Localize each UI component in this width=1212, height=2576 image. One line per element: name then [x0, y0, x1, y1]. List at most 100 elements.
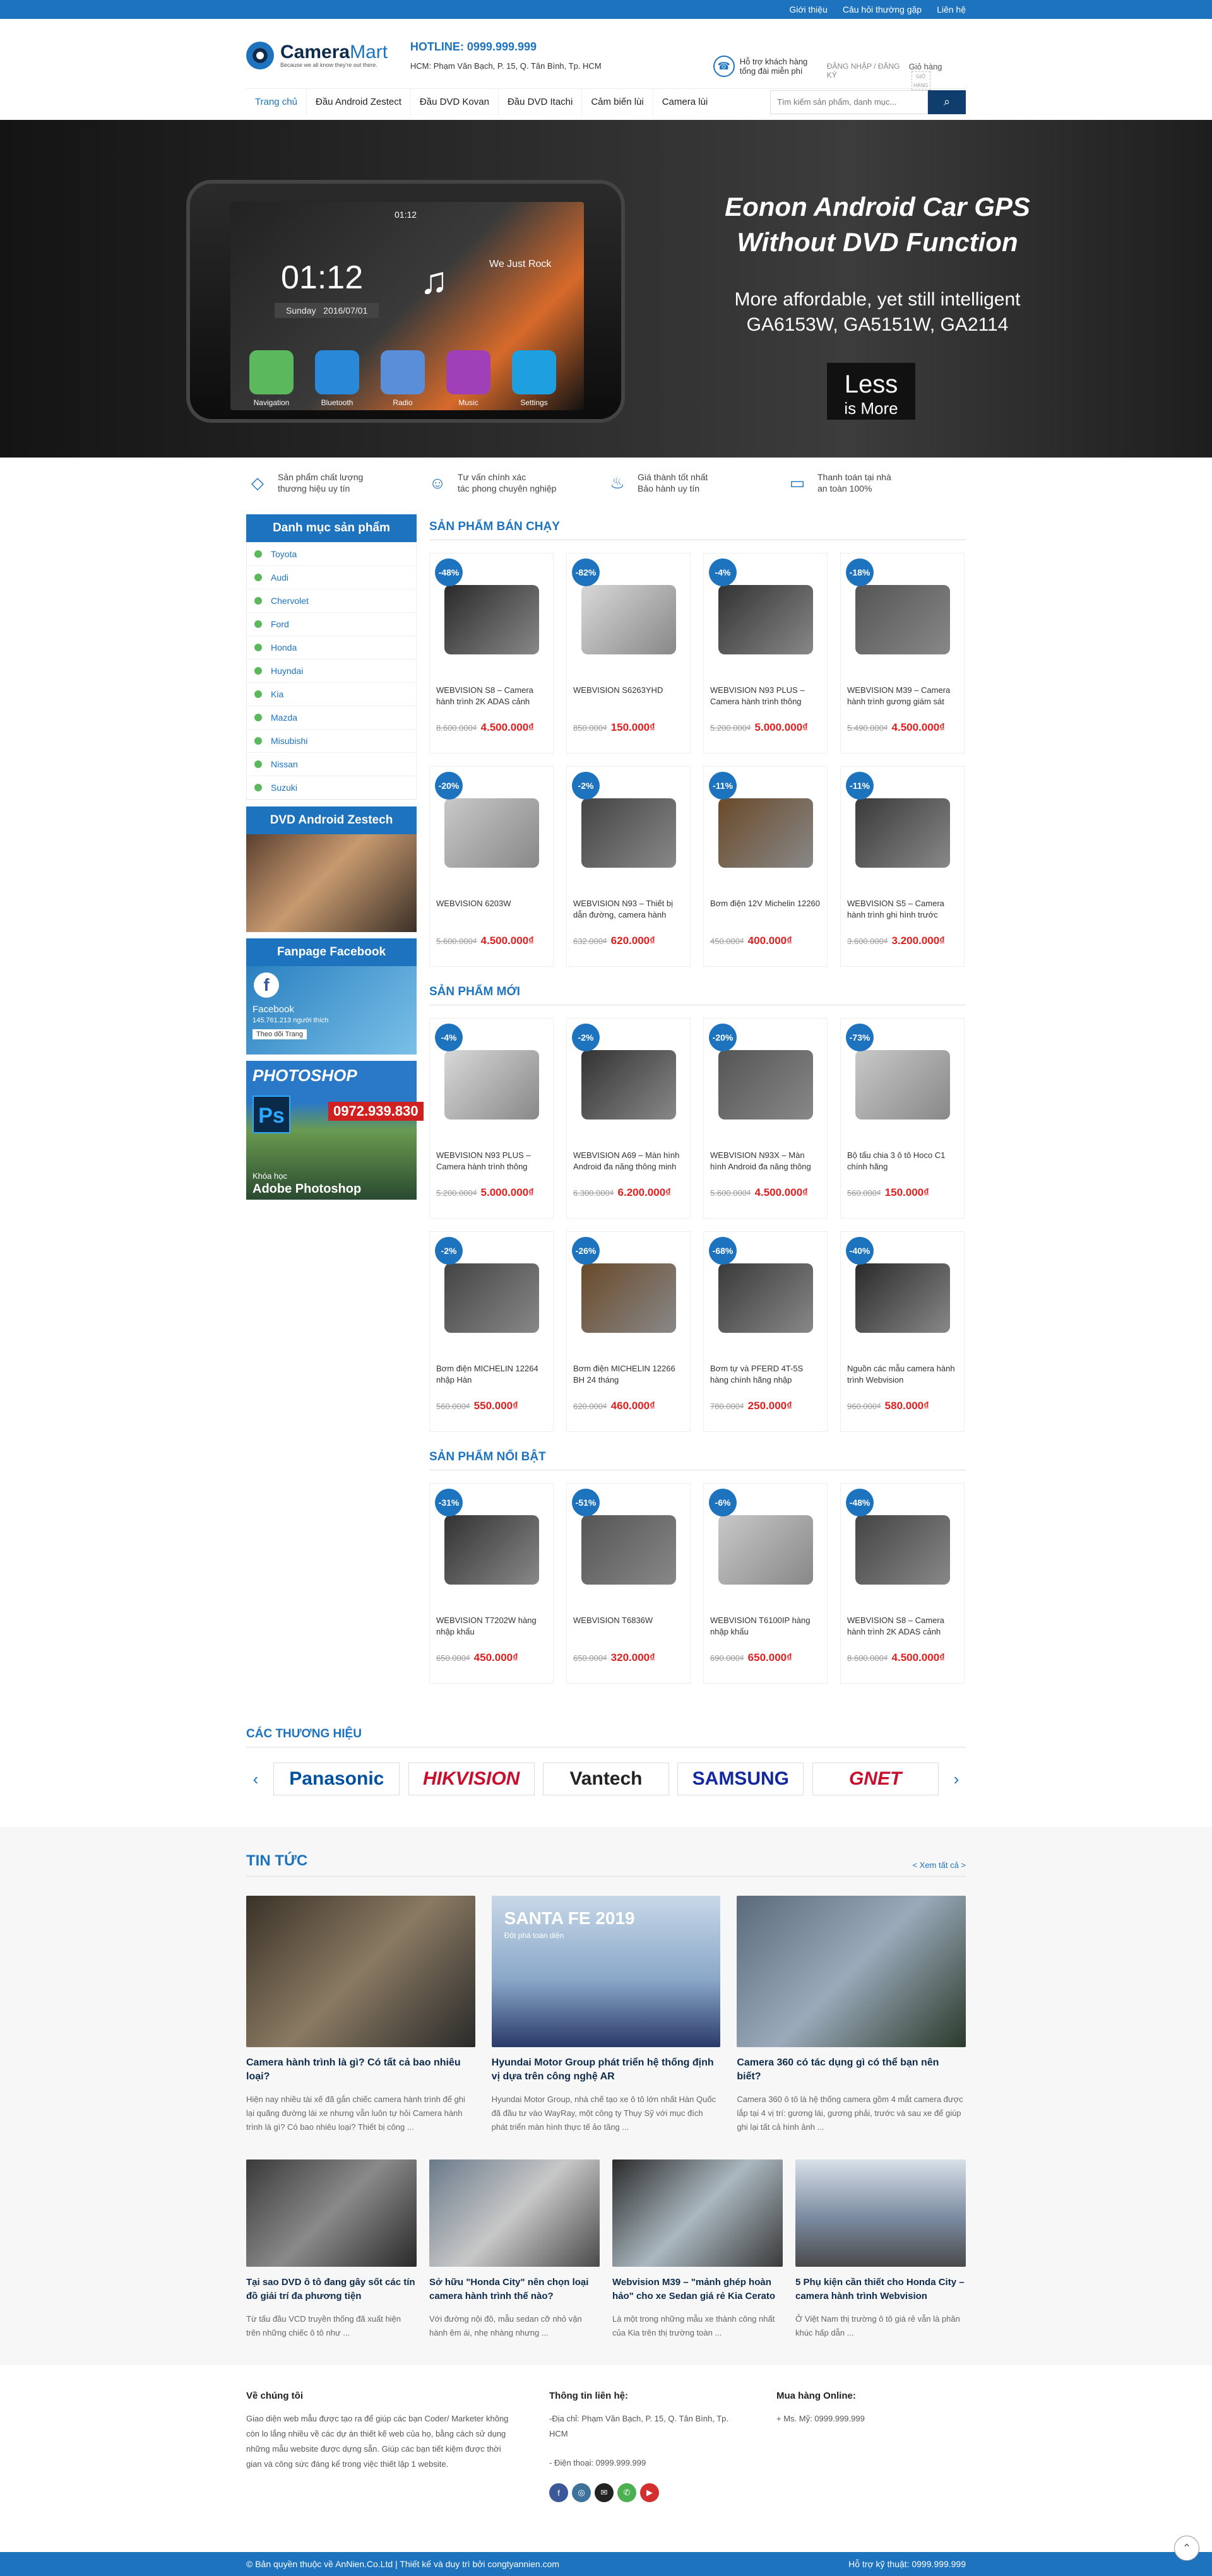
phone-icon[interactable]: ✆: [617, 2483, 636, 2502]
search-button[interactable]: ⌕: [928, 90, 966, 114]
product-name[interactable]: Bơm điện MICHELIN 12264 nhập Hàn: [436, 1363, 547, 1393]
youtube-icon[interactable]: ▶: [640, 2483, 659, 2502]
brand-logo[interactable]: Vantech: [542, 1763, 669, 1795]
product-card[interactable]: -2% Bơm điện MICHELIN 12264 nhập Hàn 560.0…: [429, 1231, 554, 1432]
product-name[interactable]: WEBVISION T6836W: [573, 1615, 684, 1645]
product-card[interactable]: -2% WEBVISION N93 – Thiết bị dẫn đường, c…: [566, 766, 691, 967]
instagram-icon[interactable]: ◎: [572, 2483, 591, 2502]
product-name[interactable]: WEBVISION T7202W hàng nhập khẩu: [436, 1615, 547, 1645]
dvd-android-box[interactable]: DVD Android Zestech: [246, 806, 417, 932]
category-item[interactable]: Ford: [247, 613, 416, 636]
product-card[interactable]: -68% Bơm tự và PFERD 4T-5S hàng chính hãn…: [703, 1231, 828, 1432]
category-item[interactable]: Audi: [247, 566, 416, 589]
news-card[interactable]: Webvision M39 – "mảnh ghép hoàn hảo" cho…: [612, 2159, 783, 2340]
news-card[interactable]: 5 Phụ kiện cần thiết cho Honda City – ca…: [795, 2159, 966, 2340]
email-icon[interactable]: ✉: [595, 2483, 614, 2502]
news-card[interactable]: Camera hành trình là gì? Có tất cả bao n…: [246, 1896, 475, 2134]
discount-badge: -40%: [846, 1237, 874, 1265]
product-name[interactable]: WEBVISION S8 – Camera hành trình 2K ADAS…: [436, 685, 547, 715]
product-name[interactable]: WEBVISION N93 PLUS – Camera hành trình t…: [436, 1150, 547, 1180]
cart-link[interactable]: Giỏ hàng GIỎ HÀNG: [909, 30, 966, 90]
product-card[interactable]: -11% Bơm điện 12V Michelin 12260 450.000₫ 4…: [703, 766, 828, 967]
chevron-left-icon[interactable]: ‹: [246, 1770, 265, 1789]
chevron-right-icon[interactable]: ›: [947, 1770, 966, 1789]
news-card-title[interactable]: Webvision M39 – "mảnh ghép hoàn hảo" cho…: [612, 2276, 783, 2303]
product-card[interactable]: -4% WEBVISION N93 PLUS – Camera hành trìn…: [703, 553, 828, 753]
product-card[interactable]: -48% WEBVISION S8 – Camera hành trình 2K …: [840, 1483, 965, 1684]
news-card[interactable]: SANTA FE 2019 Đột phá toàn diện Hyundai …: [491, 1896, 721, 2134]
brand-logo[interactable]: HIKVISION: [408, 1763, 535, 1795]
nav-android-zestect[interactable]: Đầu Android Zestect: [307, 89, 411, 115]
product-card[interactable]: -48% WEBVISION S8 – Camera hành trình 2K …: [429, 553, 554, 753]
news-card[interactable]: Camera 360 có tác dụng gì có thể bạn nên…: [737, 1896, 966, 2134]
facebook-widget[interactable]: f Facebook 145.761.213 người thích Theo …: [246, 966, 417, 1055]
product-name[interactable]: WEBVISION S5 – Camera hành trình ghi hìn…: [847, 898, 958, 928]
news-card-title[interactable]: Hyundai Motor Group phát triển hệ thống …: [492, 2056, 721, 2084]
product-name[interactable]: WEBVISION N93X – Màn hình Android đa năn…: [710, 1150, 821, 1180]
product-card[interactable]: -73% Bộ tẩu chia 3 ô tô Hoco C1 chính hãn…: [840, 1018, 965, 1219]
brand-logo[interactable]: SAMSUNG: [677, 1763, 804, 1795]
product-name[interactable]: WEBVISION N93 PLUS – Camera hành trình t…: [710, 685, 821, 715]
product-name[interactable]: Bơm tự và PFERD 4T-5S hàng chính hãng nh…: [710, 1363, 821, 1393]
product-name[interactable]: Bơm điện MICHELIN 12266 BH 24 tháng: [573, 1363, 684, 1393]
product-name[interactable]: Nguồn các mẫu camera hành trình Webvisio…: [847, 1363, 958, 1393]
product-name[interactable]: WEBVISION M39 – Camera hành trình gương …: [847, 685, 958, 715]
topbar-link-about[interactable]: Giới thiệu: [789, 0, 828, 19]
category-item[interactable]: Suzuki: [247, 776, 416, 800]
product-card[interactable]: -51% WEBVISION T6836W 650.000₫ 320.000₫: [566, 1483, 691, 1684]
topbar-link-contact[interactable]: Liên hệ: [937, 0, 966, 19]
category-item[interactable]: Honda: [247, 636, 416, 659]
product-name[interactable]: WEBVISION S6263YHD: [573, 685, 684, 715]
search-input[interactable]: [770, 90, 928, 114]
product-card[interactable]: -20% WEBVISION N93X – Màn hình Android đa…: [703, 1018, 828, 1219]
nav-home[interactable]: Trang chủ: [246, 89, 307, 115]
category-item[interactable]: Nissan: [247, 753, 416, 776]
category-item[interactable]: Huyndai: [247, 659, 416, 683]
topbar-link-faq[interactable]: Câu hỏi thường gặp: [843, 0, 922, 19]
product-card[interactable]: -20% WEBVISION 6203W 5.600.000₫ 4.500.000₫: [429, 766, 554, 967]
product-name[interactable]: WEBVISION T6100IP hàng nhập khẩu: [710, 1615, 821, 1645]
brand-logo[interactable]: Panasonic: [273, 1763, 400, 1795]
site-logo[interactable]: CameraMart Because we all know they're o…: [246, 30, 410, 69]
support-box[interactable]: ☎ Hỗ trợ khách hàng tổng đài miễn phí: [713, 30, 827, 77]
product-name[interactable]: WEBVISION 6203W: [436, 898, 547, 928]
product-card[interactable]: -4% WEBVISION N93 PLUS – Camera hành trìn…: [429, 1018, 554, 1219]
nav-dvd-kovan[interactable]: Đầu DVD Kovan: [411, 89, 499, 115]
news-card-title[interactable]: 5 Phụ kiện cần thiết cho Honda City – ca…: [795, 2276, 966, 2303]
product-name[interactable]: WEBVISION S8 – Camera hành trình 2K ADAS…: [847, 1615, 958, 1645]
login-register-link[interactable]: ĐĂNG NHẬP / ĐĂNG KÝ: [827, 30, 909, 80]
facebook-icon[interactable]: f: [549, 2483, 568, 2502]
product-card[interactable]: -40% Nguồn các mẫu camera hành trình Webv…: [840, 1231, 965, 1432]
news-card-title[interactable]: Camera 360 có tác dụng gì có thể bạn nên…: [737, 2056, 966, 2084]
category-item[interactable]: Toyota: [247, 543, 416, 566]
product-card[interactable]: -18% WEBVISION M39 – Camera hành trình gư…: [840, 553, 965, 753]
product-card[interactable]: -82% WEBVISION S6263YHD 850.000₫ 150.000₫: [566, 553, 691, 753]
product-card[interactable]: -2% WEBVISION A69 – Màn hình Android đa n…: [566, 1018, 691, 1219]
product-card[interactable]: -11% WEBVISION S5 – Camera hành trình ghi…: [840, 766, 965, 967]
hero-banner[interactable]: 01:12 01:12 Sunday 2016/07/01 ♫ We Just …: [0, 120, 1212, 458]
category-item[interactable]: Kia: [247, 683, 416, 706]
brand-logo[interactable]: GNET: [812, 1763, 939, 1795]
photoshop-ad[interactable]: PHOTOSHOP Ps 0972.939.830 Khóa học Adobe…: [246, 1061, 424, 1200]
product-card[interactable]: -26% Bơm điện MICHELIN 12266 BH 24 tháng 6…: [566, 1231, 691, 1432]
category-item[interactable]: Misubishi: [247, 730, 416, 753]
product-name[interactable]: WEBVISION N93 – Thiết bị dẫn đường, came…: [573, 898, 684, 928]
product-card[interactable]: -31% WEBVISION T7202W hàng nhập khẩu 650.0…: [429, 1483, 554, 1684]
nav-rear-camera[interactable]: Camera lùi: [653, 90, 717, 115]
news-card-title[interactable]: Sở hữu "Honda City" nên chọn loại camera…: [429, 2276, 600, 2303]
product-name[interactable]: Bơm điện 12V Michelin 12260: [710, 898, 821, 928]
back-to-top-icon[interactable]: ⌃: [1174, 2536, 1199, 2561]
news-card[interactable]: Sở hữu "Honda City" nên chọn loại camera…: [429, 2159, 600, 2340]
news-card[interactable]: Tại sao DVD ô tô đang gây sốt các tín đồ…: [246, 2159, 417, 2340]
nav-dvd-itachi[interactable]: Đầu DVD Itachi: [499, 89, 583, 115]
category-item[interactable]: Mazda: [247, 706, 416, 730]
category-item[interactable]: Chervolet: [247, 589, 416, 613]
nav-parking-sensor[interactable]: Cảm biến lùi: [582, 89, 653, 115]
news-card-title[interactable]: Tại sao DVD ô tô đang gây sốt các tín đồ…: [246, 2276, 417, 2303]
product-card[interactable]: -6% WEBVISION T6100IP hàng nhập khẩu 690.0…: [703, 1483, 828, 1684]
product-name[interactable]: WEBVISION A69 – Màn hình Android đa năng…: [573, 1150, 684, 1180]
view-all-link[interactable]: < Xem tất cả >: [912, 1860, 966, 1870]
news-card-title[interactable]: Camera hành trình là gì? Có tất cả bao n…: [246, 2056, 475, 2084]
follow-page-button[interactable]: Theo dõi Trang: [252, 1029, 307, 1039]
product-name[interactable]: Bộ tẩu chia 3 ô tô Hoco C1 chính hãng: [847, 1150, 958, 1180]
